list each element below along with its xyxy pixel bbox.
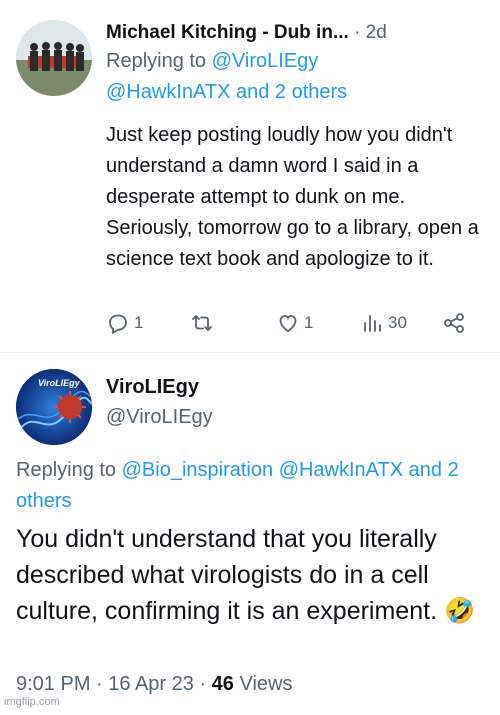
views-label: Views xyxy=(239,673,293,695)
reply-count: 1 xyxy=(134,313,144,332)
group-photo-avatar-image xyxy=(16,20,92,96)
avatar[interactable] xyxy=(16,20,92,96)
share-icon xyxy=(444,313,464,333)
avatar-logo-text: ViroLIEgy xyxy=(38,378,81,388)
mention-link[interactable]: @Bio_inspiration xyxy=(122,459,274,481)
mention-link[interactable]: @HawkInATX and 2 others xyxy=(106,81,347,103)
tweet-date: 16 Apr 23 xyxy=(108,673,194,695)
author-handle[interactable]: @ViroLIEgy xyxy=(106,403,213,431)
replying-to-label: Replying to xyxy=(16,459,117,481)
separator-dot: · xyxy=(199,673,212,695)
views-button[interactable]: 30 xyxy=(360,307,407,339)
author-name[interactable]: ViroLIEgy xyxy=(106,373,199,401)
reply-button[interactable]: 1 xyxy=(106,307,143,339)
virus-logo-avatar-image: ViroLIEgy xyxy=(16,369,92,445)
like-button[interactable]: 1 xyxy=(276,307,313,339)
replying-to-line: Replying to @ViroLIEgy xyxy=(106,46,486,77)
replying-to-line-2: @HawkInATX and 2 others xyxy=(106,77,486,108)
reply-icon xyxy=(109,314,127,335)
tweet-divider xyxy=(0,352,500,353)
tweet-actions: 1 1 30 xyxy=(106,307,486,339)
heart-icon xyxy=(279,315,297,333)
mention-link[interactable]: @HawkInATX xyxy=(279,459,403,481)
analytics-icon xyxy=(364,315,381,332)
tweet-time: 9:01 PM xyxy=(16,673,91,695)
view-count: 46 xyxy=(211,673,234,695)
retweet-icon xyxy=(192,315,212,331)
separator-dot: · xyxy=(96,673,109,695)
tweet-timestamp[interactable]: 9:01 PM · 16 Apr 23 · 46 Views xyxy=(16,670,292,698)
like-count: 1 xyxy=(304,313,314,332)
main-tweet[interactable]: ViroLIEgy ViroLIEgy @ViroLIEgy Replying … xyxy=(0,355,500,715)
avatar[interactable]: ViroLIEgy xyxy=(16,369,92,445)
mention-link[interactable]: @ViroLIEgy xyxy=(212,50,319,72)
retweet-button[interactable] xyxy=(190,307,214,339)
watermark: imgflip.com xyxy=(4,696,60,708)
tweet-age[interactable]: 2d xyxy=(366,22,387,43)
reply-tweet[interactable]: Michael Kitching - Dub in... · 2d Replyi… xyxy=(0,0,500,350)
replying-to-label: Replying to xyxy=(106,50,207,72)
separator-dot: · xyxy=(354,22,366,43)
replying-to-line: Replying to @Bio_inspiration @HawkInATX … xyxy=(16,455,486,517)
view-count: 30 xyxy=(388,313,407,332)
share-button[interactable] xyxy=(442,307,466,339)
tweet-text: Just keep posting loudly how you didn't … xyxy=(106,124,479,270)
author-name[interactable]: Michael Kitching - Dub in... xyxy=(106,22,349,43)
tweet-text: You didn't understand that you literally… xyxy=(16,525,476,625)
